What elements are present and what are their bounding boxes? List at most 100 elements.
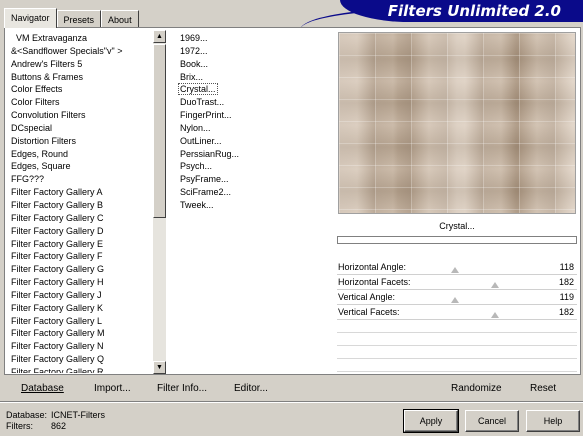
import-label: Import... [94, 383, 131, 394]
footer-divider-highlight [0, 402, 583, 403]
tab-presets[interactable]: Presets [56, 10, 102, 28]
filter-item[interactable]: 1969... [180, 32, 330, 45]
slider-thumb[interactable] [450, 267, 459, 273]
slider-label: Horizontal Angle: [338, 262, 407, 272]
slider-row[interactable]: Vertical Angle: 119 [337, 290, 577, 305]
filter-item[interactable]: SciFrame2... [180, 186, 330, 199]
category-item[interactable]: Filter Factory Gallery B [10, 199, 153, 212]
banner: Filters Unlimited 2.0 [340, 0, 583, 22]
slider-label: Vertical Facets: [338, 307, 400, 317]
category-scrollbar[interactable]: ▲ ▼ [153, 30, 166, 374]
filter-item[interactable]: Book... [180, 58, 330, 71]
category-item[interactable]: Edges, Square [10, 160, 153, 173]
category-item[interactable]: Edges, Round [10, 148, 153, 161]
editor-button[interactable]: Editor... [234, 382, 268, 396]
tab-about[interactable]: About [101, 10, 139, 28]
slider-row[interactable]: Horizontal Facets: 182 [337, 275, 577, 290]
filter-item[interactable]: OutLiner... [180, 135, 330, 148]
filter-item[interactable]: Nylon... [180, 122, 330, 135]
database-button[interactable]: Database [21, 382, 64, 396]
category-item[interactable]: Filter Factory Gallery F [10, 250, 153, 263]
slider-value: 118 [559, 262, 574, 272]
reset-label: Reset [530, 383, 557, 394]
filter-item[interactable]: 1972... [180, 45, 330, 58]
status-database-value: ICNET-Filters [51, 410, 105, 420]
filter-item-label: FingerPrint... [180, 110, 232, 121]
scroll-down-icon: ▼ [156, 364, 163, 371]
filter-item-label: DuoTrast... [180, 97, 225, 108]
filter-item-label: OutLiner... [180, 135, 222, 146]
preview-image [338, 32, 576, 214]
filter-item-label: PerssianRug... [180, 148, 240, 159]
filter-item[interactable]: Brix... [180, 71, 330, 84]
randomize-button[interactable]: Randomize [451, 382, 502, 396]
category-item[interactable]: Filter Factory Gallery L [10, 315, 153, 328]
category-item[interactable]: Filter Factory Gallery N [10, 340, 153, 353]
apply-button[interactable]: Apply [403, 409, 459, 433]
category-item[interactable]: Filter Factory Gallery C [10, 212, 153, 225]
slider-row[interactable]: Horizontal Angle: 118 [337, 260, 577, 275]
filter-item-label: Psych... [180, 161, 213, 172]
filter-info-button[interactable]: Filter Info... [157, 382, 207, 396]
category-item[interactable]: Filter Factory Gallery M [10, 327, 153, 340]
parameter-sliders: Horizontal Angle: 118 Horizontal Facets: 18… [337, 260, 577, 372]
category-item[interactable]: Distortion Filters [10, 135, 153, 148]
filter-item-label: 1972... [180, 45, 208, 56]
category-item[interactable]: Filter Factory Gallery Q [10, 353, 153, 366]
filter-item-label: PsyFrame... [180, 174, 229, 185]
filter-item[interactable]: PerssianRug... [180, 148, 330, 161]
category-item[interactable]: Buttons & Frames [10, 71, 153, 84]
category-item[interactable]: Filter Factory Gallery R [10, 366, 153, 373]
category-item[interactable]: &<Sandflower Specials"v" > [10, 45, 153, 58]
slider-thumb[interactable] [490, 312, 499, 318]
slider-value: 119 [559, 292, 574, 302]
filter-item[interactable]: Psych... [180, 160, 330, 173]
category-item[interactable]: Filter Factory Gallery D [10, 225, 153, 238]
category-item[interactable]: VM Extravaganza [10, 32, 153, 45]
empty-slider-row [337, 359, 577, 372]
slider-label: Vertical Angle: [338, 292, 396, 302]
cancel-button[interactable]: Cancel [465, 410, 519, 432]
scroll-up-icon: ▲ [156, 33, 163, 40]
help-button[interactable]: Help [526, 410, 580, 432]
slider-label: Horizontal Facets: [338, 277, 411, 287]
tab-navigator[interactable]: Navigator [4, 8, 57, 28]
randomize-label: Randomize [451, 383, 502, 394]
filter-item-label: 1969... [180, 33, 208, 43]
filter-item[interactable]: DuoTrast... [180, 96, 330, 109]
filter-item[interactable]: Crystal... [178, 83, 330, 96]
category-item[interactable]: Filter Factory Gallery K [10, 302, 153, 315]
scrollbar-thumb[interactable] [153, 44, 166, 218]
category-item[interactable]: Andrew's Filters 5 [10, 58, 153, 71]
category-item[interactable]: Color Filters [10, 96, 153, 109]
progress-bar [337, 236, 577, 244]
import-button[interactable]: Import... [94, 382, 131, 396]
slider-thumb[interactable] [490, 282, 499, 288]
category-item[interactable]: Filter Factory Gallery H [10, 276, 153, 289]
filter-item[interactable]: Tweek... [180, 199, 330, 212]
status-filters-label: Filters: [6, 421, 33, 431]
category-item[interactable]: Convolution Filters [10, 109, 153, 122]
category-item[interactable]: Filter Factory Gallery G [10, 263, 153, 276]
slider-row[interactable]: Vertical Facets: 182 [337, 305, 577, 320]
category-item[interactable]: Filter Factory Gallery J [10, 289, 153, 302]
slider-value: 182 [558, 307, 574, 317]
filter-item[interactable]: FingerPrint... [180, 109, 330, 122]
slider-thumb[interactable] [450, 297, 459, 303]
reset-button[interactable]: Reset [530, 382, 556, 396]
filter-list[interactable]: 1969... 1972... Book... Brix... Crystal... Du… [178, 32, 330, 212]
status-database-label: Database: [6, 410, 48, 420]
category-item[interactable]: DCspecial [10, 122, 153, 135]
category-item[interactable]: Filter Factory Gallery A [10, 186, 153, 199]
category-item[interactable]: Filter Factory Gallery E [10, 238, 153, 251]
editor-label: Editor... [234, 383, 268, 394]
status-database: Database: ICNET-Filters [6, 410, 105, 421]
empty-slider-row [337, 333, 577, 346]
filter-item-label: Crystal... [178, 83, 218, 96]
filter-item[interactable]: PsyFrame... [180, 173, 330, 186]
category-item[interactable]: FFG??? [10, 173, 153, 186]
category-list[interactable]: VM Extravaganza &<Sandflower Specials"v" … [10, 32, 153, 373]
scroll-down-button[interactable]: ▼ [153, 361, 166, 374]
scroll-up-button[interactable]: ▲ [153, 30, 166, 43]
category-item[interactable]: Color Effects [10, 83, 153, 96]
